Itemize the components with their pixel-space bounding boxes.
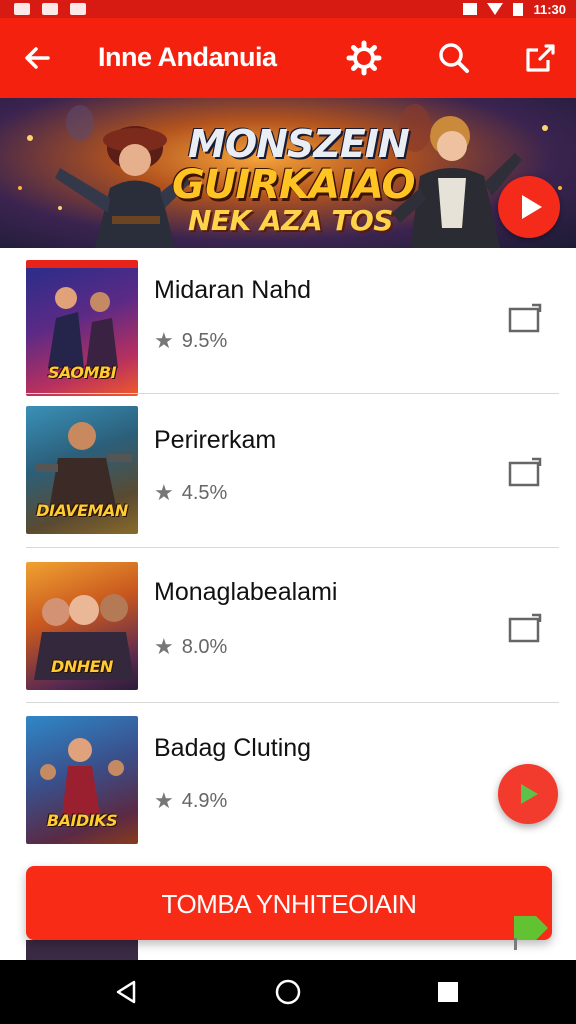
search-icon[interactable] bbox=[434, 38, 474, 78]
item-rating: ★ 4.9% bbox=[154, 788, 227, 814]
banner-title-line3: NEK AZA TOS bbox=[188, 204, 393, 237]
game-thumbnail: DNHEN bbox=[26, 562, 138, 690]
page-title: Inne Andanuia bbox=[98, 42, 277, 72]
rating-value: 9.5% bbox=[181, 329, 228, 352]
system-navigation-bar bbox=[0, 960, 576, 1024]
item-rating: ★ 4.5% bbox=[154, 480, 227, 506]
thumbnail-title: DNHEN bbox=[51, 657, 113, 676]
recents-nav-icon[interactable] bbox=[430, 974, 466, 1010]
play-icon bbox=[522, 195, 542, 219]
share-icon[interactable] bbox=[520, 38, 560, 78]
thumbnail-title: BAIDIKS bbox=[46, 811, 118, 830]
app-toolbar: Inne Andanuia bbox=[0, 18, 576, 98]
wifi-icon bbox=[487, 3, 504, 15]
photo-notification-icon bbox=[42, 3, 58, 15]
list-item[interactable]: SAOMBI Midaran Nahd ★ 9.5% bbox=[0, 258, 576, 408]
thumbnail-title: DIAVEMAN bbox=[36, 501, 128, 520]
star-icon: ★ bbox=[154, 634, 174, 659]
divider bbox=[26, 702, 559, 703]
green-flag-icon[interactable] bbox=[510, 908, 552, 952]
banner-title-line1: MONSZEIN bbox=[188, 122, 410, 166]
play-icon bbox=[521, 784, 538, 804]
thumbnail-title: SAOMBI bbox=[47, 363, 117, 382]
item-rating: ★ 8.0% bbox=[154, 634, 227, 660]
banner-title-line2: GUIRKAIAO bbox=[172, 162, 416, 208]
battery-icon bbox=[513, 2, 524, 16]
list-item[interactable]: DNHEN Monaglabealami ★ 8.0% bbox=[0, 560, 576, 710]
play-fab-button[interactable] bbox=[498, 764, 558, 824]
image-notification-icon bbox=[14, 3, 30, 15]
item-title: Perirerkam bbox=[154, 426, 277, 454]
partial-list-item bbox=[26, 940, 138, 960]
item-title: Monaglabealami bbox=[154, 578, 338, 606]
divider bbox=[26, 547, 559, 548]
status-time: 11:30 bbox=[533, 1, 566, 17]
banner-play-button[interactable] bbox=[498, 176, 560, 238]
list-item[interactable]: DIAVEMAN Perirerkam ★ 4.5% bbox=[0, 404, 576, 554]
star-icon: ★ bbox=[154, 788, 174, 813]
open-external-icon[interactable] bbox=[506, 300, 544, 336]
rating-value: 8.0% bbox=[181, 635, 228, 658]
open-external-icon[interactable] bbox=[506, 610, 544, 646]
item-rating: ★ 9.5% bbox=[154, 328, 227, 354]
settings-gear-icon[interactable] bbox=[344, 38, 384, 78]
star-icon: ★ bbox=[154, 480, 174, 505]
notification-icons bbox=[14, 0, 86, 18]
rating-value: 4.9% bbox=[181, 789, 228, 812]
open-external-icon[interactable] bbox=[506, 454, 544, 490]
back-nav-icon[interactable] bbox=[108, 974, 144, 1010]
star-icon: ★ bbox=[154, 328, 174, 353]
game-thumbnail: SAOMBI bbox=[26, 260, 138, 396]
divider bbox=[26, 393, 559, 394]
item-title: Badag Cluting bbox=[154, 734, 312, 762]
list-item[interactable]: BAIDIKS Badag Cluting ★ 4.9% bbox=[0, 714, 576, 864]
back-arrow-icon[interactable] bbox=[18, 38, 58, 78]
rating-value: 4.5% bbox=[181, 481, 228, 504]
home-nav-icon[interactable] bbox=[270, 974, 306, 1010]
gallery-notification-icon bbox=[70, 3, 86, 15]
game-thumbnail: DIAVEMAN bbox=[26, 406, 138, 534]
game-thumbnail: BAIDIKS bbox=[26, 716, 138, 844]
primary-action-button[interactable]: TOMBA YNHITEOIAIN bbox=[26, 866, 552, 940]
vibrate-icon bbox=[463, 3, 478, 15]
status-bar: 11:30 bbox=[0, 0, 576, 18]
featured-banner[interactable]: MONSZEIN GUIRKAIAO NEK AZA TOS bbox=[0, 98, 576, 248]
system-icons: 11:30 bbox=[463, 0, 566, 18]
item-title: Midaran Nahd bbox=[154, 276, 312, 304]
